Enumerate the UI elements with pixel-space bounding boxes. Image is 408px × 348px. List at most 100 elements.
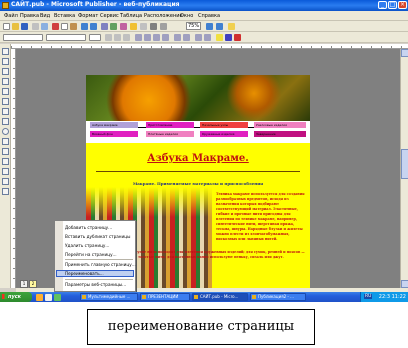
rectangle-tool-icon[interactable] [2,138,9,145]
form-control-tool-icon[interactable] [2,168,9,175]
cut-icon[interactable] [52,23,59,30]
autoshapes-tool-icon[interactable] [2,148,9,155]
decrease-indent-icon[interactable] [195,34,202,41]
arrow-tool-icon[interactable] [2,118,9,125]
oval-tool-icon[interactable] [2,128,9,135]
zoom-out-icon[interactable] [206,23,213,30]
navigation-bar: Азбука макраме Приготовление Начальные у… [86,121,310,143]
scroll-thumb[interactable] [401,149,408,179]
nav-button[interactable]: Начальные узлы [200,122,248,128]
underline-icon[interactable] [123,34,130,41]
preview-icon[interactable] [41,23,48,30]
clipart-tool-icon[interactable] [2,98,9,105]
menu-file[interactable]: Файл [4,13,18,19]
align-right-icon[interactable] [153,34,160,41]
taskbar: пуск Мультимедийные ... ПРЕЗЕНТАЦИИ САЙТ… [0,292,408,302]
justify-icon[interactable] [162,34,169,41]
web-page-options-menu-item[interactable]: Параметры веб-страницы... [65,282,126,287]
select-tool-icon[interactable] [2,48,9,55]
redo-icon[interactable] [90,23,97,30]
go-to-page-menu-item[interactable]: Перейти на страницу... [65,252,117,257]
menu-edit[interactable]: Правка [20,13,39,19]
nav-button[interactable]: Приготовление [146,122,194,128]
wordart-tool-icon[interactable] [2,78,9,85]
help-icon[interactable] [228,23,235,30]
align-left-icon[interactable] [135,34,142,41]
language-indicator[interactable]: RU [364,294,373,299]
minimize-button[interactable]: _ [378,1,387,9]
rename-page-menu-item[interactable]: Переименовать... [65,271,104,276]
print-icon[interactable] [32,23,39,30]
nav-button[interactable]: Завершение [254,131,306,137]
page-2-icon[interactable]: 2 [29,280,37,288]
numbering-icon[interactable] [174,34,181,41]
line-tool-icon[interactable] [2,108,9,115]
maximize-button[interactable]: □ [388,1,397,9]
html-fragment-tool-icon[interactable] [2,178,9,185]
web-preview-icon[interactable] [130,23,137,30]
fill-color-icon[interactable] [216,34,223,41]
new-icon[interactable] [3,23,10,30]
nav-button[interactable]: Узелковые изделия [254,122,306,128]
taskbar-task-site-pub[interactable]: САЙТ.pub - Micro... [192,293,248,301]
zoom-in-icon[interactable] [216,23,223,30]
vertical-scrollbar[interactable] [400,49,408,288]
design-gallery-tool-icon[interactable] [2,188,9,195]
style-select[interactable] [3,34,43,41]
italic-icon[interactable] [114,34,121,41]
font-size-select[interactable] [89,34,101,41]
add-page-menu-item[interactable]: Добавить страницу... [65,225,112,230]
undo-icon[interactable] [81,23,88,30]
menu-tools[interactable]: Сервис [100,13,119,19]
taskbar-task-presentations[interactable]: ПРЕЗЕНТАЦИИ [140,293,190,301]
nav-button[interactable]: Кружевные изделия [200,131,248,137]
font-color-icon[interactable] [234,34,241,41]
font-select[interactable] [46,34,86,41]
menu-table[interactable]: Таблица [120,13,142,19]
picture-tool-icon[interactable] [2,88,9,95]
close-button[interactable]: × [398,1,407,9]
menu-arrange[interactable]: Расположение [144,13,183,19]
insert-table-icon[interactable] [101,23,108,30]
table-tool-icon[interactable] [2,68,9,75]
menu-help[interactable]: Справка [198,13,220,19]
nav-button[interactable]: Плетёные изделия [146,131,194,137]
format-painter-icon[interactable] [140,23,147,30]
arrange-icon[interactable] [150,23,157,30]
paste-icon[interactable] [70,23,77,30]
menu-insert[interactable]: Вставка [54,13,75,19]
start-label: пуск [8,294,22,300]
insert-picture-icon[interactable] [110,23,117,30]
save-icon[interactable] [21,23,28,30]
align-center-icon[interactable] [144,34,151,41]
page-heading: Азбука Макраме. [147,153,249,164]
hyperlink-icon[interactable] [120,23,127,30]
scroll-up-icon[interactable] [401,49,408,57]
increase-indent-icon[interactable] [204,34,211,41]
taskbar-task-publication2[interactable]: Публикация2 - ... [250,293,306,301]
page-1-icon[interactable]: 1 [20,280,28,288]
menu-window[interactable]: Окно [180,13,193,19]
quick-launch-icon[interactable] [45,294,52,301]
open-icon[interactable] [12,23,19,30]
line-color-icon[interactable] [225,34,232,41]
delete-page-menu-item[interactable]: Удалить страницу... [65,243,109,248]
bold-icon[interactable] [105,34,112,41]
menu-view[interactable]: Вид [40,13,50,19]
group-icon[interactable] [160,23,167,30]
taskbar-task-multimedia[interactable]: Мультимедийные ... [80,293,138,301]
quick-launch-icon[interactable] [36,294,43,301]
start-button[interactable]: пуск [0,292,32,302]
nav-button[interactable]: Азбука макраме [90,122,138,128]
scroll-down-icon[interactable] [401,280,408,288]
text-box-tool-icon[interactable] [2,58,9,65]
menu-format[interactable]: Формат [78,13,98,19]
quick-launch-icon[interactable] [54,294,61,301]
bullets-icon[interactable] [183,34,190,41]
nav-button[interactable]: Вязаный фон [90,131,138,137]
zoom-select[interactable]: 75% [186,22,202,30]
copy-icon[interactable] [61,23,68,30]
apply-master-page-menu-item[interactable]: Применить главную страницу... [65,262,136,267]
hotspot-tool-icon[interactable] [2,158,9,165]
duplicate-page-menu-item[interactable]: Вставить дубликат страницы [65,234,130,239]
